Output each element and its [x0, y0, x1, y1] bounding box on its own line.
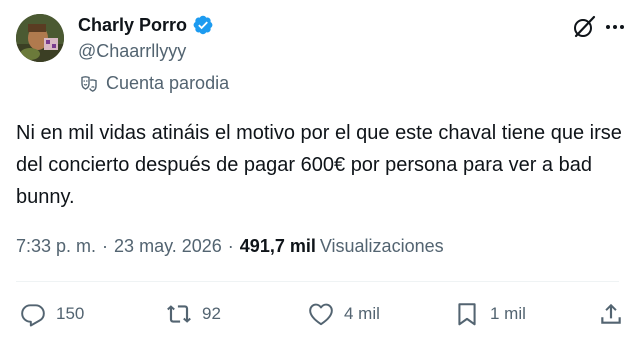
tweet-actions: 150 92 4 mil 1 mil — [16, 296, 626, 332]
bookmark-icon — [458, 303, 476, 326]
more-dots-icon — [606, 25, 610, 29]
retweet-button[interactable]: 92 — [166, 296, 221, 332]
meta-separator: · — [227, 236, 234, 256]
bookmark-button[interactable]: 1 mil — [454, 296, 526, 332]
meta-separator: · — [102, 236, 109, 256]
avatar[interactable] — [16, 14, 64, 62]
author-name-row[interactable]: Charly Porro — [78, 13, 214, 37]
tweet-meta: 7:33 p. m. · 23 may. 2026 · 491,7 mil Vi… — [16, 236, 444, 257]
grok-icon — [574, 15, 596, 38]
heart-icon — [309, 303, 333, 326]
share-icon — [601, 303, 621, 324]
verified-badge-icon — [193, 15, 213, 35]
avatar-image — [16, 14, 64, 62]
views-count[interactable]: 491,7 mil — [240, 236, 316, 257]
grok-button[interactable] — [571, 14, 597, 40]
reply-icon — [21, 304, 45, 327]
more-dots-icon — [620, 25, 624, 29]
parody-account-label: Cuenta parodia — [80, 73, 229, 94]
reply-count: 150 — [56, 304, 85, 323]
tweet-card: Charly Porro @Chaarrllyyy Cuenta parodia… — [0, 0, 635, 339]
divider — [16, 281, 619, 282]
tweet-time[interactable]: 7:33 p. m. — [16, 236, 96, 257]
parody-label: Cuenta parodia — [106, 73, 230, 93]
theater-masks-icon — [81, 75, 97, 92]
retweet-icon — [167, 305, 191, 323]
like-button[interactable]: 4 mil — [308, 296, 380, 332]
bookmark-count: 1 mil — [490, 304, 526, 323]
author-handle[interactable]: @Chaarrllyyy — [78, 41, 186, 62]
views-label[interactable]: Visualizaciones — [320, 236, 444, 257]
tweet-date[interactable]: 23 may. 2026 — [114, 236, 222, 257]
like-count: 4 mil — [344, 304, 380, 323]
share-button[interactable] — [598, 296, 624, 332]
reply-button[interactable]: 150 — [20, 296, 84, 332]
more-options-button[interactable] — [603, 14, 627, 40]
tweet-text: Ni en mil vidas atináis el motivo por el… — [16, 122, 628, 208]
more-dots-icon — [613, 25, 617, 29]
retweet-count: 92 — [202, 304, 221, 323]
display-name[interactable]: Charly Porro — [78, 15, 187, 36]
